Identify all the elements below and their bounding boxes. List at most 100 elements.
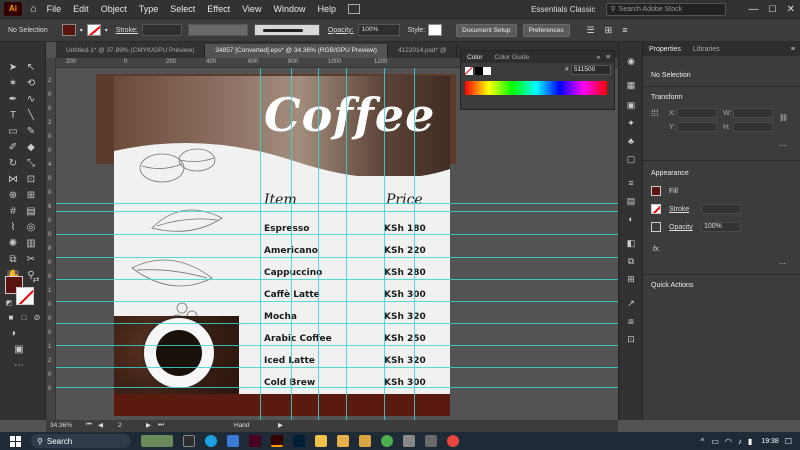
chevron-down-icon[interactable]: ▾ — [105, 27, 108, 34]
appearance-icon[interactable]: ◧ — [625, 238, 637, 249]
opacity-label[interactable]: Opacity — [669, 224, 693, 231]
tab-color-guide[interactable]: Color Guide — [489, 54, 536, 61]
fill-swatch[interactable] — [61, 24, 76, 36]
close-button[interactable]: ✕ — [782, 4, 800, 15]
wifi-icon[interactable]: ◠ — [722, 437, 735, 446]
show-hidden-icons[interactable]: ^ — [697, 437, 709, 446]
battery-icon[interactable]: ▮ — [745, 437, 755, 446]
menu-type[interactable]: Type — [133, 4, 165, 14]
scale-tool-icon[interactable]: ⤡ — [25, 158, 37, 170]
transform-icon[interactable]: ⊞ — [605, 25, 613, 36]
w-field[interactable] — [733, 108, 773, 118]
white-swatch[interactable] — [483, 67, 491, 75]
menu-edit[interactable]: Edit — [67, 4, 95, 14]
store-icon[interactable] — [227, 435, 239, 447]
panel-menu-icon[interactable]: ≡ — [622, 25, 627, 35]
line-tool-icon[interactable]: ╲ — [25, 110, 37, 122]
none-mode-icon[interactable]: ⊘ — [31, 312, 43, 324]
gradient-tool-icon[interactable]: ▤ — [25, 206, 37, 218]
canvas[interactable]: Coffee Item Price EspressoKSh 180 Americ… — [56, 68, 618, 420]
last-artboard-icon[interactable]: ⏭ — [158, 421, 164, 429]
menu-effect[interactable]: Effect — [201, 4, 236, 14]
minimize-button[interactable]: — — [744, 4, 764, 15]
x-field[interactable] — [677, 108, 717, 118]
maximize-button[interactable]: ☐ — [764, 4, 782, 15]
stroke-label[interactable]: Stroke — [669, 206, 689, 213]
layers-icon[interactable]: ⧉ — [625, 256, 637, 267]
guide-line[interactable] — [56, 279, 618, 280]
symbols-icon[interactable]: ♣ — [625, 136, 637, 147]
blend-tool-icon[interactable]: ◎ — [25, 222, 37, 234]
shaper-tool-icon[interactable]: ✐ — [7, 142, 19, 154]
widget-icon[interactable] — [141, 435, 173, 447]
zoom-level[interactable]: 34.36% — [50, 422, 72, 429]
tab-4122014-psd[interactable]: 4122014.psd* @ — [388, 44, 458, 58]
pen-tool-icon[interactable]: ✒ — [7, 94, 19, 106]
app-tray-icon[interactable]: ▭ — [708, 437, 722, 446]
fx-button[interactable]: fx. — [653, 246, 660, 253]
photoshop-icon[interactable] — [293, 435, 305, 447]
guide-line[interactable] — [384, 68, 385, 420]
properties-icon[interactable]: ◉ — [625, 56, 637, 67]
guide-line[interactable] — [56, 301, 618, 302]
type-tool-icon[interactable]: T — [7, 110, 19, 122]
indesign-icon[interactable] — [249, 435, 261, 447]
app-icon[interactable] — [403, 435, 415, 447]
none-swatch[interactable] — [465, 67, 473, 75]
document-setup-button[interactable]: Document Setup — [456, 23, 517, 37]
shape-builder-tool-icon[interactable]: ⊕ — [7, 190, 19, 202]
brush-definition[interactable] — [253, 24, 320, 36]
asset-export-icon[interactable]: ↗ — [625, 298, 637, 309]
artboards-icon[interactable]: ⊞ — [625, 274, 637, 285]
magic-wand-icon[interactable]: ✶ — [7, 78, 19, 90]
draw-mode-icon[interactable]: ◑ — [7, 328, 19, 340]
chrome-icon[interactable] — [447, 435, 459, 447]
style-swatch[interactable] — [428, 24, 443, 36]
edge-icon[interactable] — [205, 435, 217, 447]
free-transform-tool-icon[interactable]: ⊡ — [25, 174, 37, 186]
eraser-tool-icon[interactable]: ◆ — [25, 142, 37, 154]
screen-mode-icon[interactable]: ▣ — [13, 344, 25, 356]
guide-line[interactable] — [56, 203, 618, 204]
fill-swatch[interactable] — [651, 186, 661, 196]
direct-selection-tool-icon[interactable]: ↖ — [25, 62, 37, 74]
color-icon[interactable]: ▦ — [625, 80, 637, 91]
task-view-icon[interactable] — [183, 435, 195, 447]
reference-point-icon[interactable]: ⁞⁞⁞ — [651, 108, 659, 118]
tab-color[interactable]: Color — [461, 54, 489, 61]
stroke-weight-field[interactable] — [141, 24, 182, 36]
selection-tool-icon[interactable]: ➤ — [7, 62, 19, 74]
graphic-styles-icon[interactable]: ▢ — [625, 154, 637, 165]
paintbrush-tool-icon[interactable]: ✎ — [25, 126, 37, 138]
mesh-tool-icon[interactable]: # — [7, 206, 19, 218]
tab-properties[interactable]: Properties — [643, 46, 687, 53]
gradient-mode-icon[interactable]: □ — [18, 312, 30, 324]
app-icon[interactable] — [359, 435, 371, 447]
more-options-icon[interactable]: ⋯ — [779, 260, 786, 268]
explorer-icon[interactable] — [315, 435, 327, 447]
chevron-down-icon[interactable]: ▾ — [80, 27, 83, 34]
preferences-button[interactable]: Preferences — [522, 23, 570, 37]
curvature-tool-icon[interactable]: ∿ — [25, 94, 37, 106]
search-adobe-stock[interactable]: ⚲ Search Adobe Stock — [605, 2, 726, 16]
y-field[interactable] — [677, 122, 717, 132]
menu-select[interactable]: Select — [164, 4, 201, 14]
artboard-number[interactable]: 2 — [118, 422, 122, 429]
clock[interactable]: 19:38 — [755, 438, 785, 445]
guide-line[interactable] — [291, 68, 292, 420]
home-icon[interactable]: ⌂ — [26, 3, 41, 15]
notifications-icon[interactable]: ☐ — [785, 437, 800, 446]
tab-34857-converted[interactable]: 34857 [Converted].eps* @ 34.36% (RGB/GPU… — [205, 44, 388, 58]
pathfinder-icon[interactable]: ⊡ — [625, 334, 637, 345]
black-swatch[interactable] — [475, 67, 483, 75]
symbol-sprayer-tool-icon[interactable]: ✺ — [7, 238, 19, 250]
guide-line[interactable] — [56, 323, 618, 324]
stroke-swatch[interactable] — [651, 204, 661, 214]
taskbar-search[interactable]: ⚲ Search — [31, 434, 131, 448]
guide-line[interactable] — [56, 234, 618, 235]
next-artboard-icon[interactable]: ▶ — [146, 421, 151, 429]
stroke-weight-field[interactable] — [701, 204, 741, 214]
rotate-tool-icon[interactable]: ↻ — [7, 158, 19, 170]
guide-line[interactable] — [56, 211, 618, 212]
guide-line[interactable] — [56, 257, 618, 258]
